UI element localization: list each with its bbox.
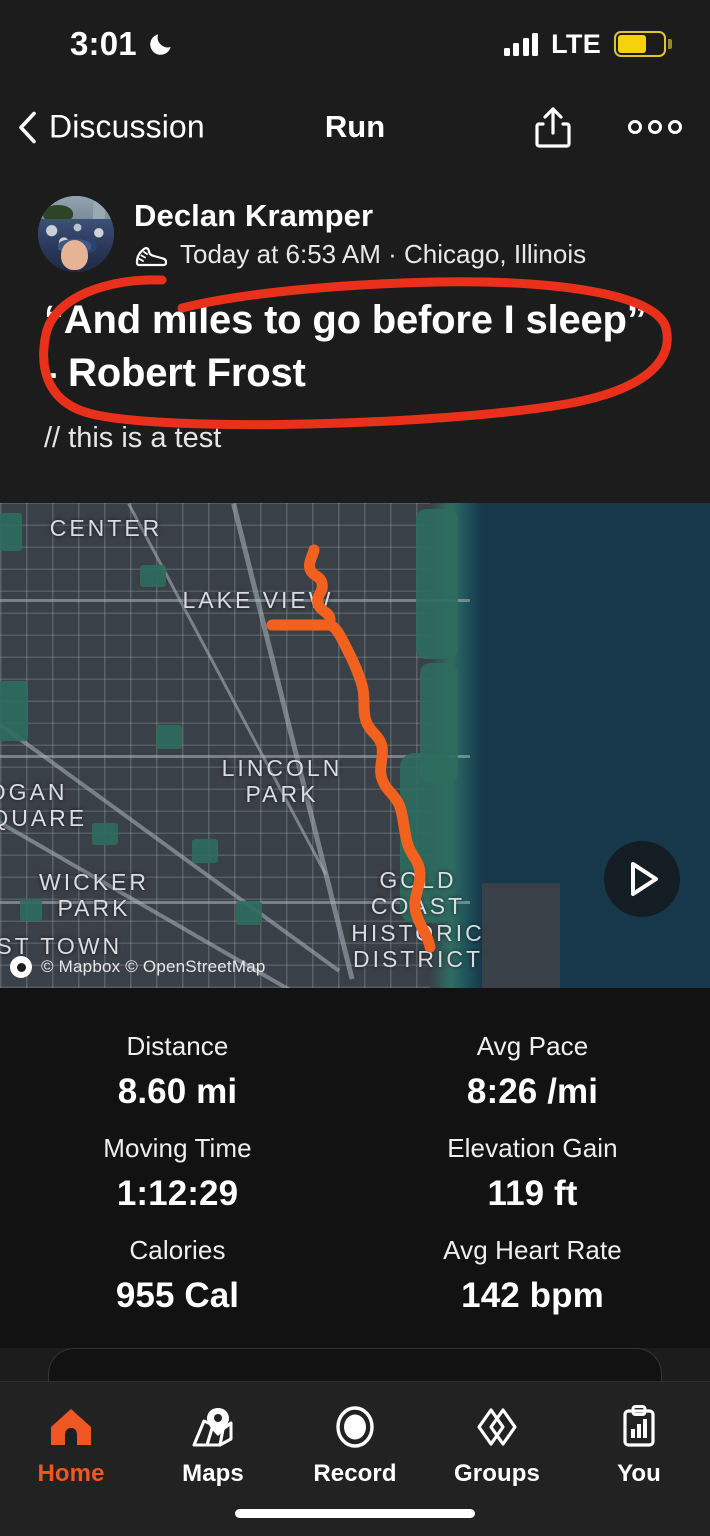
tab-bar: Home Maps Record Groups You bbox=[0, 1381, 710, 1536]
post-body: “And miles to go before I sleep” - Rober… bbox=[0, 272, 710, 455]
clipboard-chart-icon bbox=[619, 1404, 659, 1450]
post-note: // this is a test bbox=[44, 422, 222, 455]
stat-avg-heart-rate: Avg Heart Rate 142 bpm bbox=[355, 1226, 710, 1328]
stat-elevation-gain: Elevation Gain 119 ft bbox=[355, 1124, 710, 1226]
running-shoe-icon bbox=[134, 242, 168, 268]
stat-value: 8.60 mi bbox=[117, 1072, 238, 1111]
tab-home[interactable]: Home bbox=[0, 1404, 142, 1488]
tab-groups[interactable]: Groups bbox=[426, 1404, 568, 1488]
back-button[interactable]: Discussion bbox=[16, 109, 205, 146]
chevron-left-icon bbox=[16, 110, 38, 144]
stat-row: Calories 955 Cal Avg Heart Rate 142 bpm bbox=[0, 1226, 710, 1328]
mapbox-logo-icon bbox=[10, 956, 32, 978]
stat-moving-time: Moving Time 1:12:29 bbox=[0, 1124, 355, 1226]
stat-label: Distance bbox=[126, 1031, 229, 1061]
play-icon bbox=[631, 862, 658, 896]
tab-label: Home bbox=[37, 1460, 105, 1487]
nav-actions bbox=[534, 105, 682, 149]
post-title: “And miles to go before I sleep” - Rober… bbox=[44, 298, 647, 396]
stat-row: Moving Time 1:12:29 Elevation Gain 119 f… bbox=[0, 1124, 710, 1226]
map-attribution-text: © Mapbox © OpenStreetMap bbox=[41, 957, 266, 976]
tab-maps[interactable]: Maps bbox=[142, 1404, 284, 1488]
cellular-bars-icon bbox=[503, 32, 539, 56]
moon-icon bbox=[147, 31, 174, 58]
status-bar: 3:01 LTE bbox=[0, 0, 710, 88]
map-attribution: © Mapbox © OpenStreetMap bbox=[10, 956, 266, 978]
avatar[interactable] bbox=[38, 196, 114, 272]
groups-icon bbox=[473, 1404, 521, 1450]
post-meta: Declan Kramper Today at 6:53 AM · Chicag… bbox=[134, 198, 586, 270]
tab-label: You bbox=[617, 1460, 661, 1487]
tab-label: Groups bbox=[454, 1460, 540, 1487]
home-icon bbox=[48, 1404, 94, 1450]
stat-value: 1:12:29 bbox=[116, 1174, 239, 1213]
stat-row: Distance 8.60 mi Avg Pace 8:26 /mi bbox=[0, 1022, 710, 1124]
nav-bar: Discussion Run bbox=[0, 88, 710, 166]
stat-label: Moving Time bbox=[103, 1133, 252, 1163]
stat-value: 8:26 /mi bbox=[466, 1072, 599, 1111]
record-icon bbox=[332, 1404, 378, 1450]
share-icon[interactable] bbox=[534, 105, 572, 149]
author-name[interactable]: Declan Kramper bbox=[134, 198, 586, 234]
post-subtitle-row: Today at 6:53 AM · Chicago, Illinois bbox=[134, 239, 586, 270]
app-root: 3:01 LTE Discussion Run Declan Kramper T… bbox=[0, 0, 710, 1536]
play-button[interactable] bbox=[604, 841, 680, 917]
page-title: Run bbox=[324, 109, 386, 144]
activity-route-map[interactable]: CENTER LAKE VIEW LINCOLN PARK LOGAN SQUA… bbox=[0, 503, 710, 988]
post-header: Declan Kramper Today at 6:53 AM · Chicag… bbox=[0, 166, 710, 272]
back-label: Discussion bbox=[49, 108, 205, 145]
status-bar-left: 3:01 bbox=[70, 25, 174, 63]
status-bar-right: LTE bbox=[503, 28, 672, 60]
stat-value: 955 Cal bbox=[115, 1276, 240, 1315]
stat-value: 142 bpm bbox=[461, 1276, 604, 1315]
tab-you[interactable]: You bbox=[568, 1404, 710, 1488]
activity-stats: Distance 8.60 mi Avg Pace 8:26 /mi Movin… bbox=[0, 988, 710, 1348]
home-indicator bbox=[235, 1509, 475, 1518]
status-time: 3:01 bbox=[70, 25, 137, 62]
stat-avg-pace: Avg Pace 8:26 /mi bbox=[355, 1022, 710, 1124]
stat-label: Elevation Gain bbox=[447, 1133, 618, 1163]
stat-label: Calories bbox=[129, 1235, 226, 1265]
stat-label: Avg Pace bbox=[476, 1031, 589, 1061]
tab-label: Record bbox=[313, 1460, 397, 1487]
stat-label: Avg Heart Rate bbox=[443, 1235, 622, 1265]
tab-record[interactable]: Record bbox=[284, 1404, 426, 1488]
network-label: LTE bbox=[551, 28, 601, 59]
more-horizontal-icon[interactable] bbox=[628, 120, 682, 134]
post-subtitle: Today at 6:53 AM · Chicago, Illinois bbox=[180, 239, 587, 269]
route-polyline bbox=[266, 544, 436, 953]
activity-post: Declan Kramper Today at 6:53 AM · Chicag… bbox=[0, 166, 710, 455]
tab-label: Maps bbox=[182, 1460, 244, 1487]
stat-value: 119 ft bbox=[487, 1174, 578, 1213]
battery-low-power-icon bbox=[614, 31, 672, 57]
maps-icon bbox=[190, 1404, 236, 1450]
stat-distance: Distance 8.60 mi bbox=[0, 1022, 355, 1124]
stat-calories: Calories 955 Cal bbox=[0, 1226, 355, 1328]
